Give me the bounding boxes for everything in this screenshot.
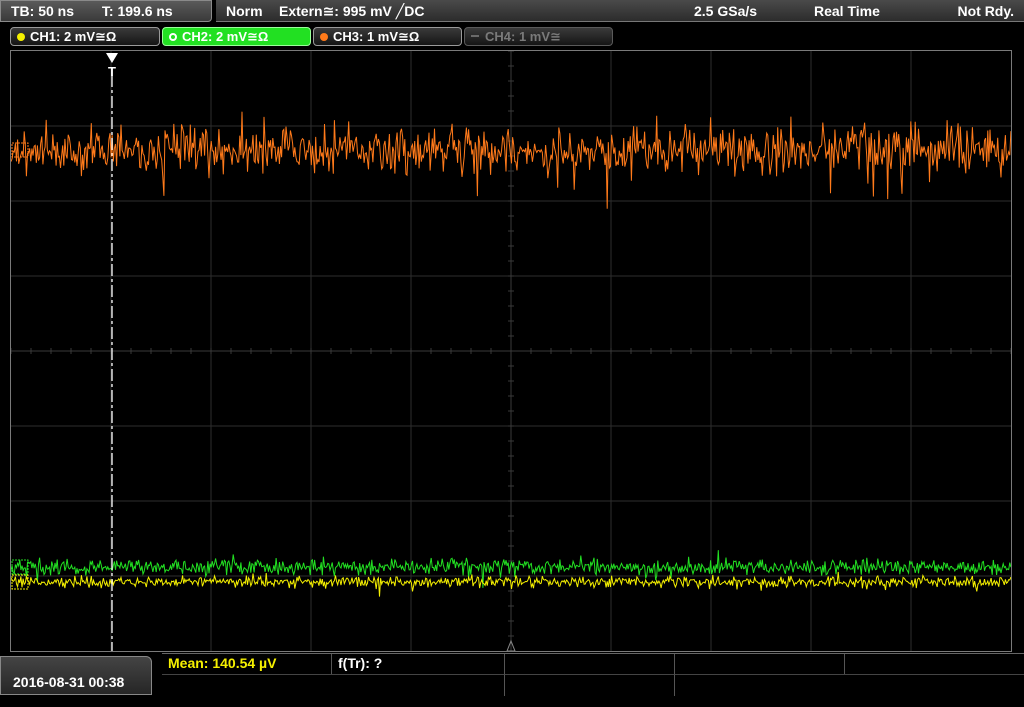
measurement-slot-4[interactable]: [675, 654, 845, 674]
measurement-row2-c: [675, 674, 1024, 696]
tab-ch1[interactable]: CH1: 2 mV≅Ω: [10, 27, 160, 46]
waveform-canvas[interactable]: T: [11, 51, 1011, 651]
tab-ch3[interactable]: CH3: 1 mV≅Ω: [313, 27, 462, 46]
measurement-bar[interactable]: Mean: 140.54 µV f(Tr): ?: [162, 653, 1024, 696]
measurement-slot-5[interactable]: [845, 654, 1024, 674]
trigger-status: Not Rdy.: [957, 3, 1014, 19]
ch4-off-icon: [471, 35, 479, 37]
measurement-row2-a: [162, 674, 505, 696]
ch2-label: CH2: 2 mV≅Ω: [182, 29, 269, 44]
ch3-indicator-icon: [320, 33, 328, 41]
measurement-mean[interactable]: Mean: 140.54 µV: [162, 654, 332, 674]
tab-ch4[interactable]: CH4: 1 mV≅: [464, 27, 613, 46]
timebase-label: TB: 50 ns: [11, 3, 75, 19]
trigger-arrow-icon: [106, 53, 118, 63]
measurement-f-tr-label: f(Tr): ?: [338, 655, 383, 671]
trigger-marker-label: T: [108, 64, 116, 79]
datetime-label: 2016-08-31 00:38: [13, 674, 125, 690]
ch1-indicator-icon: [17, 33, 25, 41]
waveform-display[interactable]: T: [10, 50, 1012, 652]
measurement-f-tr[interactable]: f(Tr): ?: [332, 654, 505, 674]
ch3-label: CH3: 1 mV≅Ω: [333, 29, 420, 44]
acquisition-mode: Real Time: [814, 3, 880, 19]
status-bar: TB: 50 ns T: 199.6 ns Norm Extern≅: 995 …: [0, 0, 1024, 24]
trigger-bar[interactable]: Norm Extern≅: 995 mV ╱DC 2.5 GSa/s Real …: [216, 0, 1024, 22]
trigger-source: Extern≅: 995 mV ╱DC: [279, 3, 425, 19]
ch4-label: CH4: 1 mV≅: [485, 29, 561, 44]
tab-ch2[interactable]: CH2: 2 mV≅Ω: [162, 27, 311, 46]
measurement-mean-label: Mean: 140.54 µV: [168, 655, 277, 671]
measurement-row2-b: [505, 674, 675, 696]
ch1-label: CH1: 2 mV≅Ω: [30, 29, 117, 44]
datetime-box: 2016-08-31 00:38: [0, 656, 152, 695]
timebase-box[interactable]: TB: 50 ns T: 199.6 ns: [0, 0, 212, 22]
sample-rate: 2.5 GSa/s: [694, 3, 758, 19]
measurement-slot-3[interactable]: [505, 654, 675, 674]
ch2-indicator-icon: [169, 33, 177, 41]
trigger-time-label: T: 199.6 ns: [101, 3, 173, 19]
trigger-mode: Norm: [226, 3, 263, 19]
graticule: [11, 51, 1011, 651]
